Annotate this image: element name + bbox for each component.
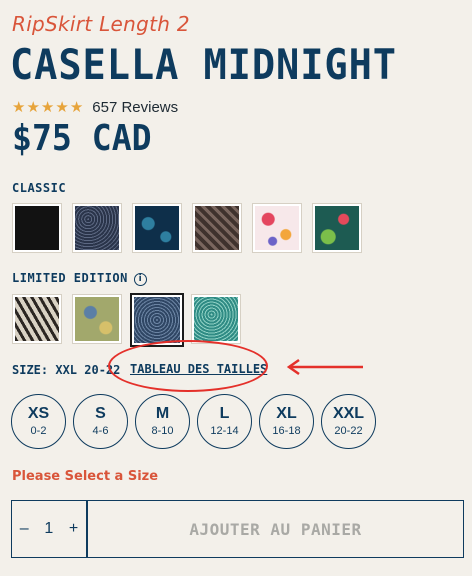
rating-row[interactable]: ★ ★ ★ ★ ★ 657 Reviews — [12, 99, 178, 116]
quantity-value[interactable]: 1 — [44, 520, 53, 538]
olive-floral-swatch[interactable] — [72, 294, 122, 344]
pink-floral-swatch[interactable] — [252, 203, 302, 253]
size-name: M — [155, 405, 170, 422]
arrow-left-icon — [286, 358, 363, 376]
navy-leaf-swatch[interactable] — [132, 203, 182, 253]
swatch-fill — [134, 297, 180, 343]
size-option-xs[interactable]: XS 0-2 — [11, 394, 66, 449]
swatch-fill — [75, 206, 119, 250]
product-price: $75 CAD — [12, 118, 152, 159]
navy-dot-swatch[interactable] — [72, 203, 122, 253]
size-name: S — [95, 405, 106, 422]
animal-print-swatch[interactable] — [12, 294, 62, 344]
quantity-stepper[interactable]: – 1 + — [11, 500, 87, 558]
swatch-fill — [15, 206, 59, 250]
size-option-m[interactable]: M 8-10 — [135, 394, 190, 449]
size-warning: Please Select a Size — [12, 469, 159, 484]
teal-tropical-swatch[interactable] — [312, 203, 362, 253]
size-name: L — [219, 405, 230, 422]
size-range: 16-18 — [272, 425, 301, 437]
product-subtitle: RipSkirt Length 2 — [12, 12, 190, 36]
rating-stars: ★ ★ ★ ★ ★ — [12, 98, 84, 116]
star-icon: ★ — [55, 98, 69, 116]
swatch-fill — [15, 297, 59, 341]
add-to-cart-button[interactable]: AJOUTER AU PANIER — [87, 500, 464, 558]
size-selected-label: SIZE: XXL 20-22 — [12, 363, 121, 377]
size-range: 20-22 — [334, 425, 363, 437]
size-name: XS — [27, 405, 50, 422]
star-icon: ★ — [26, 98, 40, 116]
size-range: 12-14 — [210, 425, 239, 437]
size-name: XL — [276, 405, 297, 422]
size-option-l[interactable]: L 12-14 — [197, 394, 252, 449]
swatch-fill — [195, 206, 239, 250]
size-option-s[interactable]: S 4-6 — [73, 394, 128, 449]
brown-leaf-swatch[interactable] — [192, 203, 242, 253]
swatch-fill — [315, 206, 359, 250]
swatch-fill — [255, 206, 299, 250]
star-icon: ★ — [12, 98, 26, 116]
star-icon: ★ — [69, 98, 84, 116]
limited-edition-text: LIMITED EDITION — [12, 271, 128, 285]
swatch-fill — [135, 206, 179, 250]
midnight-swatch[interactable] — [130, 293, 184, 347]
decrement-button[interactable]: – — [20, 520, 29, 538]
size-option-xl[interactable]: XL 16-18 — [259, 394, 314, 449]
swatch-fill — [194, 297, 238, 341]
highlight-circle — [108, 340, 268, 392]
size-option-xxl[interactable]: XXL 20-22 — [321, 394, 376, 449]
size-range: 0-2 — [30, 425, 47, 437]
limited-edition-label: LIMITED EDITION i — [12, 271, 147, 286]
size-name: XXL — [332, 405, 365, 422]
product-title: CASELLA MIDNIGHT — [10, 40, 397, 89]
black-swatch[interactable] — [12, 203, 62, 253]
size-range: 4-6 — [92, 425, 109, 437]
reviews-count[interactable]: 657 Reviews — [92, 99, 178, 116]
aqua-print-swatch[interactable] — [191, 294, 241, 344]
swatch-fill — [75, 297, 119, 341]
star-icon: ★ — [40, 98, 55, 116]
info-icon[interactable]: i — [133, 273, 147, 286]
classic-colors-label: CLASSIC — [12, 181, 67, 195]
size-range: 8-10 — [151, 425, 174, 437]
increment-button[interactable]: + — [69, 520, 78, 538]
